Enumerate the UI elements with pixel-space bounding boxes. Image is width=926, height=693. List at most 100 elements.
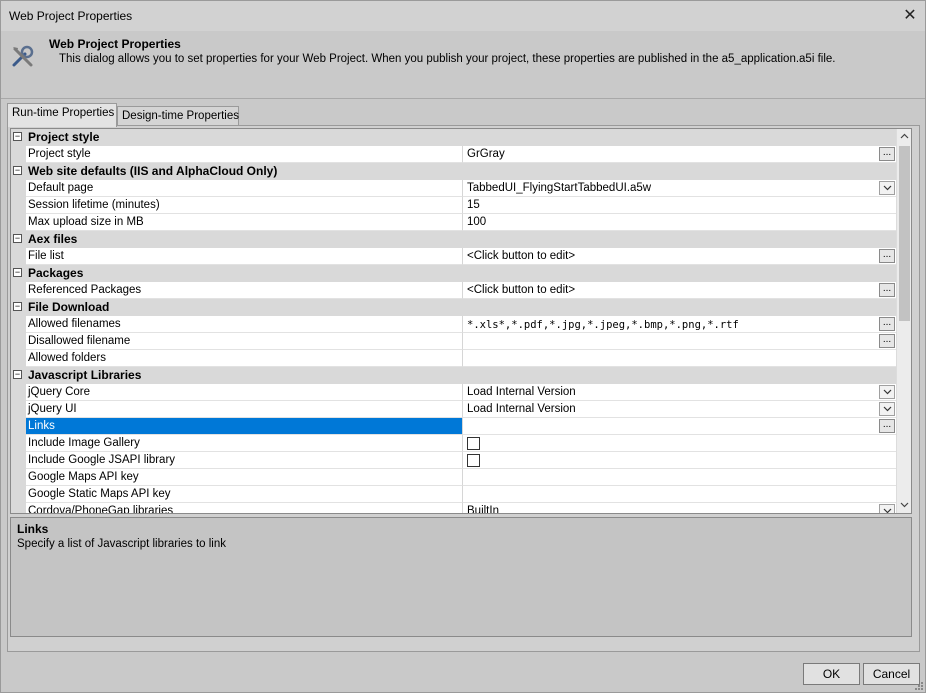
category-aex-files[interactable]: − Aex files [11, 231, 897, 248]
window-title: Web Project Properties [9, 9, 133, 23]
property-name[interactable]: Include Image Gallery [26, 435, 463, 452]
property-row-google-static-maps-api-key[interactable]: Google Static Maps API key [11, 486, 897, 503]
collapse-icon[interactable]: − [13, 132, 22, 141]
property-name[interactable]: Cordova/PhoneGap libraries [26, 503, 463, 513]
vertical-scrollbar[interactable] [896, 129, 911, 513]
property-name[interactable]: jQuery UI [26, 401, 463, 418]
property-value[interactable]: <Click button to edit> ... [463, 282, 897, 299]
property-row-jquery-core[interactable]: jQuery Core Load Internal Version [11, 384, 897, 401]
property-name[interactable]: jQuery Core [26, 384, 463, 401]
property-value[interactable] [463, 452, 897, 469]
property-row-max-upload-size[interactable]: Max upload size in MB 100 [11, 214, 897, 231]
property-name[interactable]: Allowed filenames [26, 316, 463, 333]
scroll-up-icon[interactable] [897, 129, 911, 144]
property-row-allowed-folders[interactable]: Allowed folders [11, 350, 897, 367]
ellipsis-button[interactable]: ... [879, 249, 895, 263]
property-name[interactable]: Project style [26, 146, 463, 163]
property-name[interactable]: File list [26, 248, 463, 265]
ellipsis-button[interactable]: ... [879, 334, 895, 348]
property-name[interactable]: Disallowed filename [26, 333, 463, 350]
category-javascript-libraries[interactable]: − Javascript Libraries [11, 367, 897, 384]
category-project-style[interactable]: − Project style [11, 129, 897, 146]
property-value[interactable]: ... [463, 333, 897, 350]
property-value[interactable]: 100 [463, 214, 897, 231]
resize-grip-icon[interactable] [914, 681, 924, 691]
scrollbar-thumb[interactable] [899, 146, 910, 321]
property-row-project-style[interactable]: Project style GrGray ... [11, 146, 897, 163]
property-value-text: TabbedUI_FlyingStartTabbedUI.a5w [467, 182, 652, 194]
ellipsis-button[interactable]: ... [879, 419, 895, 433]
property-value[interactable]: TabbedUI_FlyingStartTabbedUI.a5w [463, 180, 897, 197]
property-name[interactable]: Include Google JSAPI library [26, 452, 463, 469]
property-value[interactable] [463, 350, 897, 367]
property-name[interactable]: Links [26, 418, 463, 435]
ellipsis-button[interactable]: ... [879, 283, 895, 297]
property-name[interactable]: Default page [26, 180, 463, 197]
category-web-site-defaults[interactable]: − Web site defaults (IIS and AlphaCloud … [11, 163, 897, 180]
chevron-down-icon [883, 406, 892, 412]
property-value[interactable] [463, 486, 897, 503]
category-label: Javascript Libraries [28, 368, 142, 382]
property-name[interactable]: Referenced Packages [26, 282, 463, 299]
title-bar[interactable]: Web Project Properties ✕ [1, 1, 925, 31]
tab-run-time-properties[interactable]: Run-time Properties [7, 103, 117, 127]
cancel-button[interactable]: Cancel [863, 663, 920, 685]
property-name[interactable]: Session lifetime (minutes) [26, 197, 463, 214]
row-gutter [11, 469, 26, 486]
tab-design-time-properties[interactable]: Design-time Properties [117, 106, 239, 126]
property-value[interactable] [463, 435, 897, 452]
dropdown-button[interactable] [879, 385, 895, 399]
ellipsis-button[interactable]: ... [879, 147, 895, 161]
property-value[interactable]: ... [463, 418, 897, 435]
property-row-links[interactable]: Links ... [11, 418, 897, 435]
property-value-text: GrGray [467, 148, 505, 160]
property-value[interactable] [463, 469, 897, 486]
category-label: Web site defaults (IIS and AlphaCloud On… [28, 164, 278, 178]
ok-button[interactable]: OK [803, 663, 860, 685]
property-value[interactable]: Load Internal Version [463, 401, 897, 418]
description-title: Links [17, 522, 49, 536]
property-row-jquery-ui[interactable]: jQuery UI Load Internal Version [11, 401, 897, 418]
row-gutter [11, 418, 26, 435]
property-row-include-google-jsapi[interactable]: Include Google JSAPI library [11, 452, 897, 469]
property-row-google-maps-api-key[interactable]: Google Maps API key [11, 469, 897, 486]
property-name[interactable]: Max upload size in MB [26, 214, 463, 231]
dropdown-button[interactable] [879, 402, 895, 416]
property-value[interactable]: GrGray ... [463, 146, 897, 163]
property-value[interactable]: BuiltIn [463, 503, 897, 514]
property-row-allowed-filenames[interactable]: Allowed filenames *.xls*,*.pdf,*.jpg,*.j… [11, 316, 897, 333]
close-icon[interactable]: ✕ [899, 5, 921, 27]
include-google-jsapi-checkbox[interactable] [467, 454, 480, 467]
property-row-file-list[interactable]: File list <Click button to edit> ... [11, 248, 897, 265]
collapse-icon[interactable]: − [13, 268, 22, 277]
property-value-text: BuiltIn [467, 505, 499, 514]
property-grid[interactable]: − Project style Project style GrGray ...… [10, 128, 912, 514]
collapse-icon[interactable]: − [13, 166, 22, 175]
category-packages[interactable]: − Packages [11, 265, 897, 282]
category-file-download[interactable]: − File Download [11, 299, 897, 316]
row-gutter [11, 197, 26, 214]
collapse-icon[interactable]: − [13, 302, 22, 311]
ellipsis-button[interactable]: ... [879, 317, 895, 331]
collapse-icon[interactable]: − [13, 234, 22, 243]
property-value[interactable]: Load Internal Version [463, 384, 897, 401]
property-name[interactable]: Google Static Maps API key [26, 486, 463, 503]
dropdown-button[interactable] [879, 181, 895, 195]
property-row-default-page[interactable]: Default page TabbedUI_FlyingStartTabbedU… [11, 180, 897, 197]
property-name[interactable]: Allowed folders [26, 350, 463, 367]
collapse-icon[interactable]: − [13, 370, 22, 379]
include-image-gallery-checkbox[interactable] [467, 437, 480, 450]
property-value[interactable]: 15 [463, 197, 897, 214]
dialog-header: Web Project Properties This dialog allow… [1, 31, 925, 99]
property-row-include-image-gallery[interactable]: Include Image Gallery [11, 435, 897, 452]
property-row-referenced-packages[interactable]: Referenced Packages <Click button to edi… [11, 282, 897, 299]
property-value[interactable]: <Click button to edit> ... [463, 248, 897, 265]
property-value[interactable]: *.xls*,*.pdf,*.jpg,*.jpeg,*.bmp,*.png,*.… [463, 316, 897, 333]
scroll-down-icon[interactable] [897, 498, 911, 513]
property-name[interactable]: Google Maps API key [26, 469, 463, 486]
property-row-cordova-libraries[interactable]: Cordova/PhoneGap libraries BuiltIn [11, 503, 897, 514]
dropdown-button[interactable] [879, 504, 895, 513]
property-row-disallowed-filename[interactable]: Disallowed filename ... [11, 333, 897, 350]
property-row-session-lifetime[interactable]: Session lifetime (minutes) 15 [11, 197, 897, 214]
property-value-text: *.xls*,*.pdf,*.jpg,*.jpeg,*.bmp,*.png,*.… [467, 319, 739, 331]
